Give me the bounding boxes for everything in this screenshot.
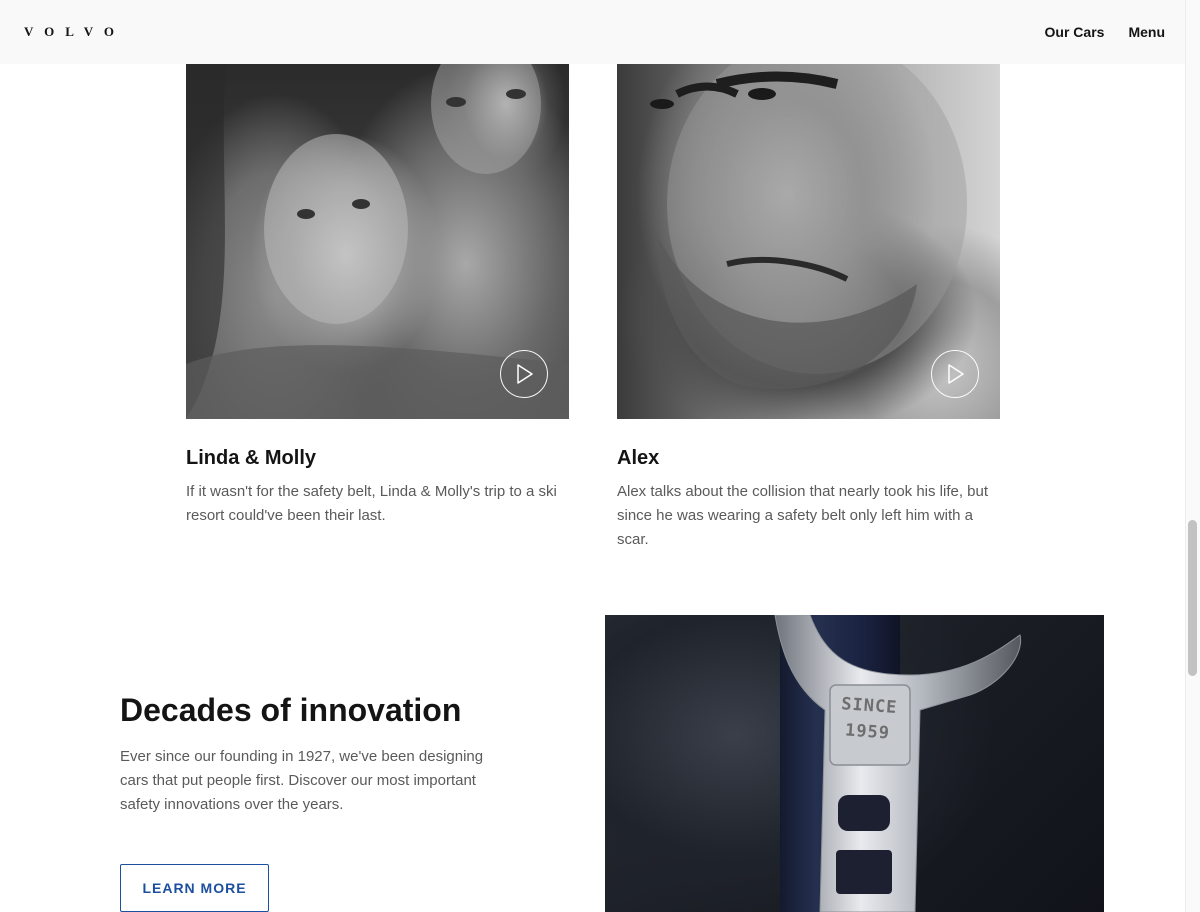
innovation-description: Ever since our founding in 1927, we've b… [120,748,484,813]
alex-image[interactable] [617,64,1000,419]
play-video-button-linda[interactable] [500,350,548,398]
play-video-button-alex[interactable] [931,350,979,398]
scrollbar-track[interactable] [1185,0,1200,912]
linda-molly-image[interactable] [186,64,569,419]
innovation-heading: Decades of innovation [120,692,462,728]
since-1959-stamp: SINCE 1959 [829,690,907,759]
our-cars-link[interactable]: Our Cars [1045,22,1105,42]
story-description-alex: Alex talks about the collision that near… [617,483,989,548]
menu-link[interactable]: Menu [1128,22,1165,42]
top-nav: Our Cars Menu [1045,22,1165,42]
learn-more-button[interactable]: LEARN MORE [120,864,269,912]
play-icon [517,364,533,384]
stamp-line-2: 1959 [844,720,891,744]
stamp-line-1: SINCE [840,694,899,718]
site-header: VOLVO Our Cars Menu [0,0,1185,64]
story-description-linda: If it wasn't for the safety belt, Linda … [186,483,557,524]
volvo-logo[interactable]: VOLVO [24,24,125,40]
seatbelt-image: SINCE 1959 [605,615,1104,912]
seatbelt-buckle [774,615,1022,912]
story-title-alex[interactable]: Alex [617,446,659,470]
scrollbar-thumb[interactable] [1188,520,1197,676]
play-icon [948,364,964,384]
story-title-linda[interactable]: Linda & Molly [186,446,316,470]
